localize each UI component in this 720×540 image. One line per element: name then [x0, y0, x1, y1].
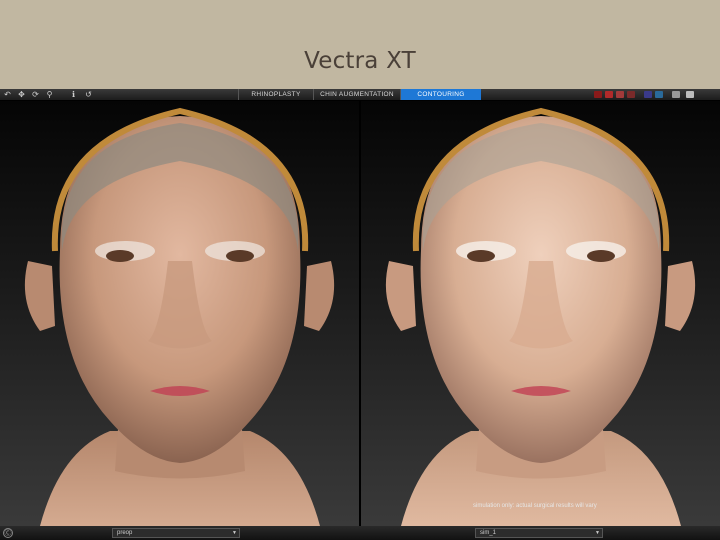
tray-tool-3[interactable]: [616, 91, 624, 98]
slide-title: Vectra XT: [304, 48, 416, 74]
zoom-icon[interactable]: ⚲: [45, 90, 54, 99]
right-viewport-select[interactable]: sim_1 ▼: [475, 528, 603, 538]
tray-tool-8[interactable]: [686, 91, 694, 98]
reset-icon[interactable]: ↺: [84, 90, 93, 99]
vectra-app-window: ↶ ✥ ⟳ ⚲ ℹ ↺ RHINOPLASTY CHIN AUGMENTATIO…: [0, 89, 720, 540]
tab-chin-augmentation[interactable]: CHIN AUGMENTATION: [313, 89, 400, 100]
simulation-disclaimer: simulation only: actual surgical results…: [473, 503, 597, 509]
info-icon[interactable]: ℹ: [69, 90, 78, 99]
canfield-logo-icon: Ⓒ: [3, 528, 13, 538]
tray-tool-5[interactable]: [644, 91, 652, 98]
tab-contouring[interactable]: CONTOURING: [400, 89, 481, 100]
top-toolbar: ↶ ✥ ⟳ ⚲ ℹ ↺ RHINOPLASTY CHIN AUGMENTATIO…: [0, 89, 720, 101]
slide-header: Vectra XT: [0, 0, 720, 89]
tray-tool-7[interactable]: [672, 91, 680, 98]
tray-tool-6[interactable]: [655, 91, 663, 98]
rotate-icon[interactable]: ⟳: [31, 90, 40, 99]
bottom-status-bar: Ⓒ preop ▼ sim_1 ▼: [0, 526, 720, 540]
chevron-down-icon: ▼: [595, 530, 600, 536]
viewport-preop[interactable]: [0, 101, 359, 526]
face-render-preop: [24, 107, 335, 526]
face-render-simulation: [385, 107, 696, 526]
move-icon[interactable]: ✥: [17, 90, 26, 99]
right-select-value: sim_1: [480, 530, 497, 536]
viewport-simulation[interactable]: simulation only: actual surgical results…: [361, 101, 720, 526]
undo-icon[interactable]: ↶: [3, 90, 12, 99]
tray-tool-2[interactable]: [605, 91, 613, 98]
tray-tool-1[interactable]: [594, 91, 602, 98]
tray-tool-4[interactable]: [627, 91, 635, 98]
tab-rhinoplasty[interactable]: RHINOPLASTY: [238, 89, 313, 100]
chevron-down-icon: ▼: [232, 530, 237, 536]
left-viewport-select[interactable]: preop ▼: [112, 528, 240, 538]
left-select-value: preop: [117, 530, 133, 536]
